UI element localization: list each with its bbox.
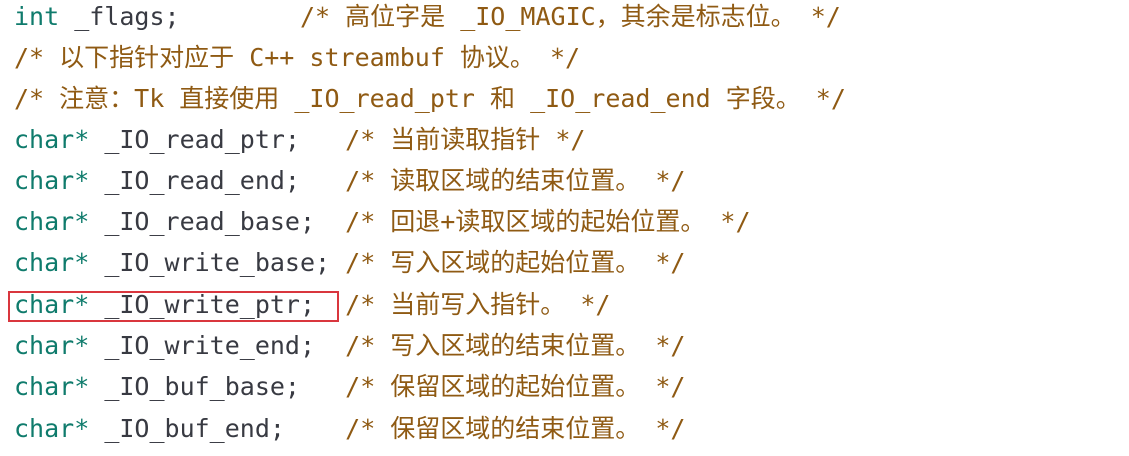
alignment-space — [180, 2, 300, 31]
alignment-space — [300, 125, 345, 154]
field-declaration: _flags; — [59, 2, 180, 31]
code-line: /* 以下指针对应于 C++ streambuf 协议。 */ — [14, 37, 580, 78]
code-line: char* _IO_buf_end; /* 保留区域的结束位置。 */ — [14, 408, 685, 449]
alignment-space — [315, 207, 345, 236]
code-comment: /* 以下指针对应于 C++ streambuf 协议。 */ — [14, 43, 581, 72]
alignment-space — [315, 331, 345, 360]
code-line: char* _IO_buf_base; /* 保留区域的起始位置。 */ — [14, 366, 685, 407]
code-line: char* _IO_read_ptr; /* 当前读取指针 */ — [14, 119, 585, 160]
code-view: int _flags; /* 高位字是 _IO_MAGIC，其余是标志位。 */… — [0, 0, 1129, 456]
code-line: char* _IO_write_base; /* 写入区域的起始位置。 */ — [14, 242, 685, 283]
code-line: char* _IO_read_base; /* 回退+读取区域的起始位置。 */ — [14, 201, 751, 242]
code-comment: /* 写入区域的起始位置。 */ — [345, 248, 686, 277]
field-declaration: _IO_write_base; — [89, 248, 331, 277]
code-line: /* 注意：Tk 直接使用 _IO_read_ptr 和 _IO_read_en… — [14, 78, 846, 119]
type-keyword: char* — [14, 248, 90, 277]
field-declaration: _IO_read_end; — [89, 166, 300, 195]
alignment-space — [330, 248, 345, 277]
type-keyword: char* — [14, 125, 90, 154]
code-comment: /* 保留区域的结束位置。 */ — [345, 414, 686, 443]
code-comment: /* 高位字是 _IO_MAGIC，其余是标志位。 */ — [300, 2, 841, 31]
code-line: int _flags; /* 高位字是 _IO_MAGIC，其余是标志位。 */ — [14, 0, 841, 37]
field-declaration: _IO_buf_base; — [89, 372, 300, 401]
code-line: char* _IO_write_end; /* 写入区域的结束位置。 */ — [14, 325, 685, 366]
code-comment: /* 读取区域的结束位置。 */ — [345, 166, 686, 195]
field-declaration: _IO_write_end; — [89, 331, 316, 360]
field-declaration: _IO_read_ptr; — [89, 125, 300, 154]
field-declaration: _IO_buf_end; — [89, 414, 285, 443]
type-keyword: char* — [14, 372, 90, 401]
code-comment: /* 当前写入指针。 */ — [345, 290, 611, 319]
field-declaration: _IO_read_base; — [89, 207, 316, 236]
type-keyword: char* — [14, 207, 90, 236]
code-comment: /* 注意：Tk 直接使用 _IO_read_ptr 和 _IO_read_en… — [14, 84, 846, 113]
highlight-box — [8, 291, 339, 322]
alignment-space — [285, 414, 345, 443]
code-comment: /* 保留区域的起始位置。 */ — [345, 372, 686, 401]
code-comment: /* 当前读取指针 */ — [345, 125, 586, 154]
type-keyword: int — [14, 2, 60, 31]
code-comment: /* 写入区域的结束位置。 */ — [345, 331, 686, 360]
code-comment: /* 回退+读取区域的起始位置。 */ — [345, 207, 751, 236]
type-keyword: char* — [14, 414, 90, 443]
alignment-space — [300, 166, 345, 195]
type-keyword: char* — [14, 331, 90, 360]
type-keyword: char* — [14, 166, 90, 195]
code-line: char* _IO_read_end; /* 读取区域的结束位置。 */ — [14, 160, 685, 201]
alignment-space — [300, 372, 345, 401]
